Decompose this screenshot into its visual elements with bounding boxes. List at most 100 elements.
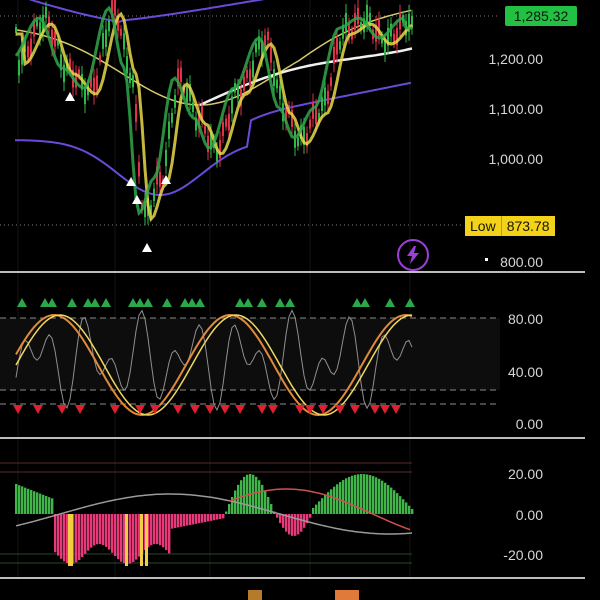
candle-body xyxy=(84,86,86,105)
histogram-bar xyxy=(15,484,18,514)
histogram-bar xyxy=(96,514,99,545)
candle-body xyxy=(138,162,140,177)
histogram-bar xyxy=(42,494,45,514)
down-triangle-21 xyxy=(391,405,401,414)
histogram-bar xyxy=(186,514,189,526)
histogram-bar xyxy=(18,485,21,514)
histogram-bar xyxy=(99,514,102,545)
up-triangle-10 xyxy=(162,298,172,307)
up-triangle-9 xyxy=(143,298,153,307)
histogram-bar xyxy=(156,514,159,545)
candle-body xyxy=(333,46,335,64)
osc-tick-80: 80.00 xyxy=(507,311,543,327)
histogram-bar xyxy=(375,477,378,514)
up-triangle-3 xyxy=(67,298,77,307)
up-triangle-8 xyxy=(135,298,145,307)
histogram-bar xyxy=(354,474,357,514)
histogram-bar xyxy=(300,514,303,532)
up-triangle-15 xyxy=(243,298,253,307)
lightning-button[interactable] xyxy=(397,239,429,271)
candle-body xyxy=(225,118,227,127)
histogram-bar xyxy=(84,514,87,554)
highlight-bar-1 xyxy=(125,514,128,566)
histogram-bar xyxy=(276,514,279,518)
candle-body xyxy=(105,29,107,48)
histogram-bar xyxy=(345,478,348,514)
candle-body xyxy=(222,122,224,137)
histogram-bar xyxy=(348,476,351,514)
histogram-bar xyxy=(396,493,399,514)
candle-body xyxy=(114,0,116,16)
candle-body xyxy=(99,55,101,63)
histogram-bar xyxy=(120,514,123,562)
candle-body xyxy=(159,172,161,187)
histogram-bar xyxy=(228,504,231,514)
histogram-bar xyxy=(192,514,195,525)
price-tick-1200: 1,200.00 xyxy=(488,51,544,67)
histogram-bar xyxy=(390,487,393,514)
histogram-bar xyxy=(171,514,174,529)
histogram-bar xyxy=(54,514,57,553)
macd-pane[interactable] xyxy=(0,462,414,566)
dot-marker xyxy=(485,258,488,261)
histogram-bar xyxy=(387,485,390,514)
down-triangle-18 xyxy=(350,405,360,414)
histogram-bar xyxy=(210,514,213,521)
bottom-marker-1 xyxy=(248,590,262,600)
candle-body xyxy=(174,95,176,108)
histogram-bar xyxy=(339,482,342,514)
histogram-bar xyxy=(342,480,345,514)
candle-body xyxy=(354,12,356,30)
macd-tick-0: 0.00 xyxy=(515,507,543,523)
candle-body xyxy=(255,43,257,53)
histogram-bar xyxy=(333,486,336,514)
candle-body xyxy=(120,28,122,36)
up-triangle-20 xyxy=(360,298,370,307)
histogram-bar xyxy=(378,478,381,514)
up-triangle-22 xyxy=(405,298,415,307)
histogram-bar xyxy=(75,514,78,563)
lightning-icon xyxy=(407,246,419,264)
upper-band-line xyxy=(28,0,266,24)
histogram-bar xyxy=(366,474,369,514)
candle-body xyxy=(267,31,269,41)
candle-body xyxy=(243,76,245,91)
histogram-bar xyxy=(204,514,207,522)
histogram-bar xyxy=(321,498,324,514)
histogram-bar xyxy=(363,474,366,514)
candle-body xyxy=(192,102,194,113)
histogram-bar xyxy=(198,514,201,524)
histogram-bar xyxy=(309,514,312,518)
candle-body xyxy=(171,113,173,123)
price-pane[interactable] xyxy=(0,0,500,261)
candle-body xyxy=(357,7,359,25)
buy-signal-triangle-4 xyxy=(142,243,152,252)
histogram-bar xyxy=(318,501,321,514)
candle-body xyxy=(180,67,182,82)
histogram-bar xyxy=(111,514,114,553)
candle-body xyxy=(366,4,368,23)
candle-body xyxy=(273,69,275,86)
histogram-bar xyxy=(372,476,375,514)
chart-canvas[interactable] xyxy=(0,0,600,600)
histogram-bar xyxy=(108,514,111,550)
histogram-bar xyxy=(93,514,96,546)
histogram-bar xyxy=(51,498,54,514)
candle-body xyxy=(153,188,155,201)
histogram-bar xyxy=(213,514,216,521)
candle-body xyxy=(246,69,248,79)
oscillator-pane[interactable] xyxy=(0,298,500,417)
histogram-bar xyxy=(102,514,105,545)
histogram-bar xyxy=(207,514,210,522)
down-triangle-7 xyxy=(173,405,183,414)
candle-body xyxy=(228,113,230,131)
histogram-bar xyxy=(384,482,387,514)
histogram-bar xyxy=(87,514,90,551)
candle-body xyxy=(18,60,20,76)
histogram-bar xyxy=(36,492,39,514)
down-triangle-13 xyxy=(268,405,278,414)
low-label-value: 873.78 xyxy=(500,216,555,236)
histogram-bar xyxy=(216,514,219,520)
buy-signal-triangle-2 xyxy=(132,195,142,204)
histogram-bar xyxy=(180,514,183,527)
